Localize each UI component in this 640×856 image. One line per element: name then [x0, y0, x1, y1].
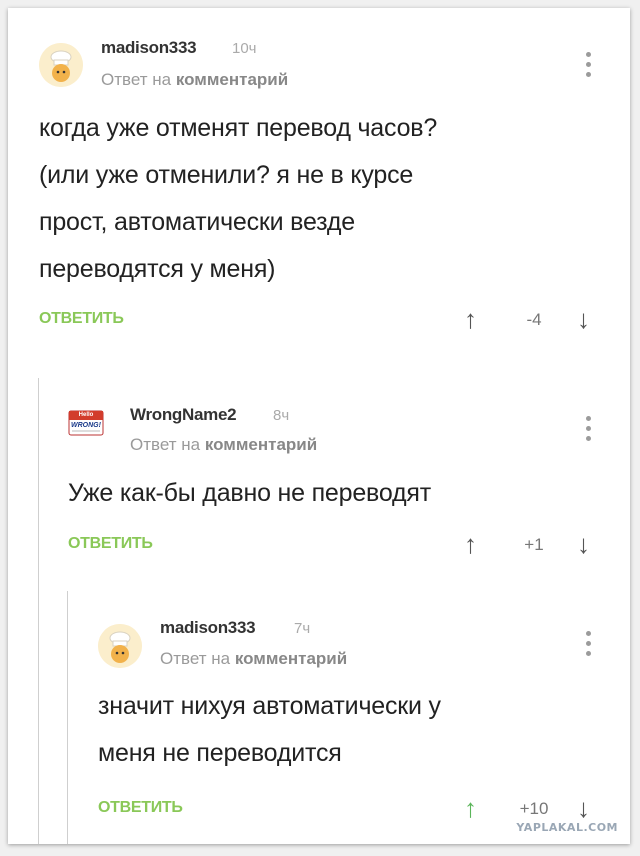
comment-text-line: меня не переводится — [98, 739, 342, 767]
reply-to-target: комментарий — [204, 435, 318, 454]
arrow-up-icon[interactable]: ↑ — [464, 795, 477, 821]
comment-score: +10 — [519, 799, 549, 818]
comment-time: 8ч — [273, 407, 290, 424]
reply-to-prefix: Ответ на — [101, 70, 172, 89]
arrow-up-icon[interactable]: ↑ — [464, 531, 477, 557]
arrow-down-icon[interactable]: ↓ — [577, 306, 590, 332]
comment-text: Уже как-бы давно не переводят — [68, 470, 608, 517]
comment-1: madison333 10ч Ответ на комментарий когд… — [8, 8, 630, 368]
comment-2: Hello WRONG! WrongName2 8ч Ответ на комм… — [8, 378, 630, 578]
comment-text: значит нихуя автоматически у меня не пер… — [98, 683, 608, 777]
comment-thread: madison333 10ч Ответ на комментарий когд… — [8, 8, 630, 844]
more-vertical-icon[interactable] — [583, 52, 593, 82]
more-vertical-icon[interactable] — [583, 416, 593, 446]
reply-to-prefix: Ответ на — [160, 649, 231, 668]
more-vertical-icon[interactable] — [583, 631, 593, 661]
reply-button[interactable]: ОТВЕТИТЬ — [98, 799, 183, 817]
comment-score: -4 — [526, 310, 542, 329]
avatar[interactable] — [39, 43, 83, 87]
reply-to-target: комментарий — [234, 649, 348, 668]
comment-text-line: значит нихуя автоматически у — [98, 692, 441, 720]
comment-text-line: переводятся у меня) — [39, 255, 276, 283]
reply-to-target: комментарий — [175, 70, 289, 89]
reply-to-prefix: Ответ на — [130, 435, 201, 454]
avatar-tag-main: WRONG! — [71, 422, 101, 429]
comment-time: 7ч — [294, 620, 311, 637]
comment-text: когда уже отменят перевод часов? (или уж… — [39, 105, 599, 293]
watermark: YAPLAKAL.COM — [516, 821, 618, 834]
reply-button[interactable]: ОТВЕТИТЬ — [68, 535, 153, 553]
comment-score: +1 — [524, 535, 544, 554]
author-name[interactable]: madison333 — [101, 38, 197, 58]
comment-time: 10ч — [232, 40, 257, 57]
reply-to-link[interactable]: Ответ на комментарий — [160, 649, 347, 669]
avatar[interactable]: Hello WRONG! — [68, 403, 104, 443]
comment-text-line: прост, автоматически везде — [39, 208, 355, 236]
comment-text-line: Уже как-бы давно не переводят — [68, 479, 431, 507]
comment-3: madison333 7ч Ответ на комментарий значи… — [8, 591, 630, 844]
comment-text-line: когда уже отменят перевод часов? — [39, 114, 438, 142]
reply-to-link[interactable]: Ответ на комментарий — [130, 435, 317, 455]
reply-to-link[interactable]: Ответ на комментарий — [101, 70, 288, 90]
avatar[interactable] — [98, 624, 142, 668]
arrow-up-icon[interactable]: ↑ — [464, 306, 477, 332]
arrow-down-icon[interactable]: ↓ — [577, 795, 590, 821]
avatar-tag-top: Hello — [78, 412, 94, 418]
chef-avatar-icon — [98, 624, 142, 668]
author-name[interactable]: madison333 — [160, 618, 256, 638]
chef-avatar-icon — [39, 43, 83, 87]
arrow-down-icon[interactable]: ↓ — [577, 531, 590, 557]
reply-button[interactable]: ОТВЕТИТЬ — [39, 310, 124, 328]
author-name[interactable]: WrongName2 — [130, 405, 237, 425]
comment-text-line: (или уже отменили? я не в курсе — [39, 161, 414, 189]
